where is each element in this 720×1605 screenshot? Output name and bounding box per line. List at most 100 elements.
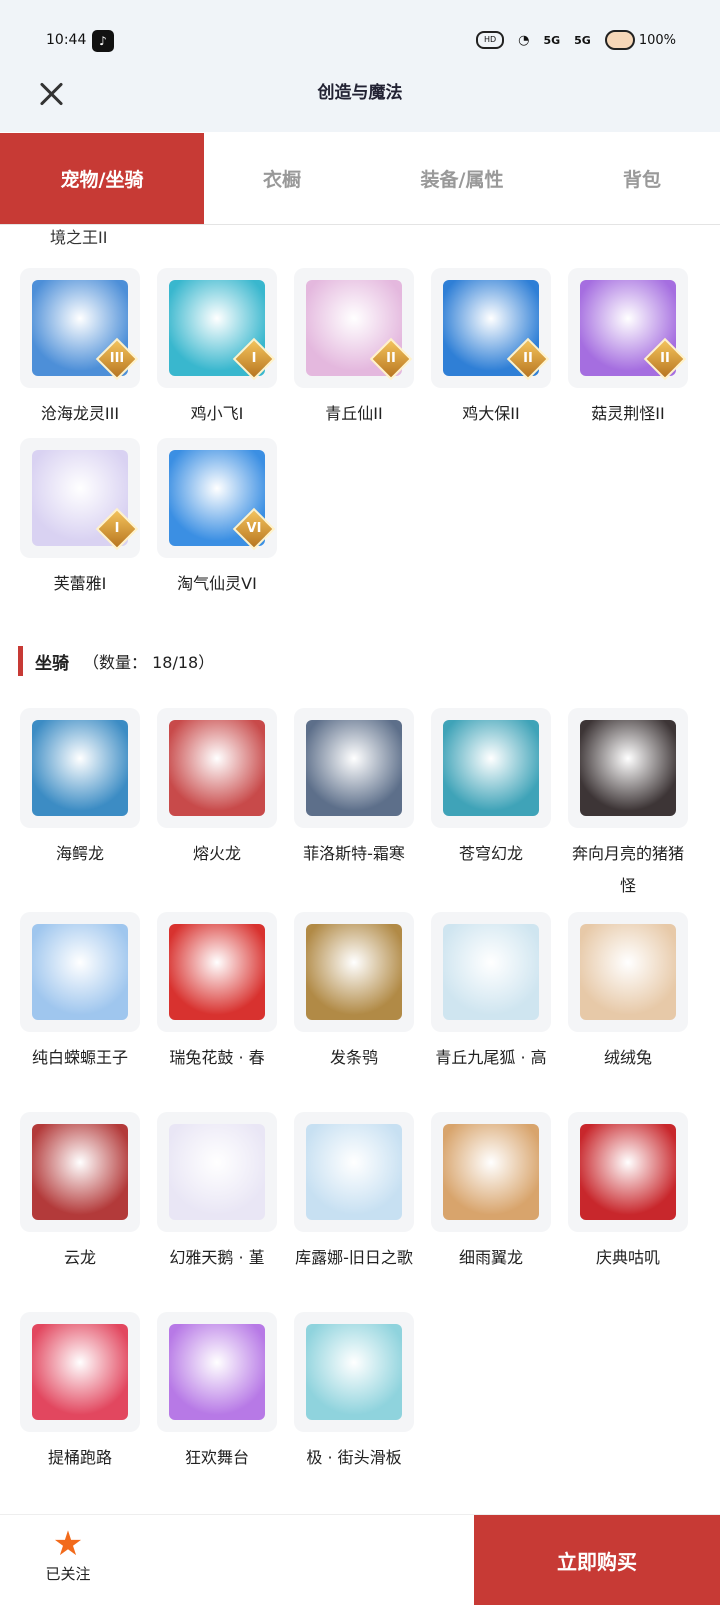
pet-name: 鸡大保II <box>462 404 520 423</box>
mount-artwork <box>306 924 402 1020</box>
pet-name: 沧海龙灵III <box>40 404 120 423</box>
status-time: 10:44 <box>46 32 87 48</box>
mount-name: 极 · 街头滑板 <box>306 1448 402 1467</box>
mount-name: 瑞兔花鼓 · 春 <box>169 1048 265 1067</box>
app-bar: 创造与魔法 <box>0 72 720 132</box>
pet-thumbnail: II <box>431 268 551 388</box>
follow-button[interactable]: ★ 已关注 <box>38 1525 98 1584</box>
mount-name: 库露娜-旧日之歌 <box>295 1248 413 1267</box>
battery-indicator: 100% <box>604 30 676 50</box>
status-bar: 10:44 ♪ HD ◔ 5G 5G 100% <box>0 0 720 72</box>
mount-thumbnail <box>294 1112 414 1232</box>
mount-thumbnail <box>157 1312 277 1432</box>
pet-name: 淘气仙灵VI <box>177 574 257 593</box>
mount-item[interactable]: 海鳄龙 <box>20 708 140 870</box>
page-title: 创造与魔法 <box>317 83 403 103</box>
mount-artwork <box>443 720 539 816</box>
buy-now-button[interactable]: 立即购买 <box>474 1515 720 1605</box>
mount-thumbnail <box>294 1312 414 1432</box>
pet-item[interactable]: II 鸡大保II <box>431 268 551 430</box>
mount-artwork <box>580 1124 676 1220</box>
tab-pets-mounts[interactable]: 宠物/坐骑 <box>0 133 204 224</box>
mount-name: 发条鸮 <box>329 1048 378 1067</box>
pet-item[interactable]: VI 淘气仙灵VI <box>157 438 277 600</box>
section-count: （数量： 18/18） <box>83 653 215 672</box>
mount-item[interactable]: 苍穹幻龙 <box>431 708 551 870</box>
pet-item[interactable]: II 青丘仙II <box>294 268 414 430</box>
mount-thumbnail <box>20 1312 140 1432</box>
mount-name: 细雨翼龙 <box>458 1248 523 1267</box>
status-icons: HD ◔ 5G 5G 100% <box>476 30 676 50</box>
mount-section-header: 坐骑 （数量： 18/18） <box>18 646 214 676</box>
mount-item[interactable]: 菲洛斯特-霜寒 <box>294 708 414 870</box>
battery-level: 100% <box>638 32 676 48</box>
pet-name: 青丘仙II <box>325 404 383 423</box>
mount-name: 幻雅天鹅 · 堇 <box>169 1248 265 1267</box>
signal-icon-1: 5G <box>543 33 561 47</box>
mount-item[interactable]: 庆典咕叽 <box>568 1112 688 1274</box>
mount-thumbnail <box>568 708 688 828</box>
pet-thumbnail: I <box>20 438 140 558</box>
mount-item[interactable]: 奔向月亮的猪猪怪 <box>568 708 688 902</box>
mount-name: 青丘九尾狐 · 高 <box>435 1048 547 1067</box>
mount-item[interactable]: 提桶跑路 <box>20 1312 140 1474</box>
hd-icon: HD <box>476 31 505 49</box>
battery-icon <box>604 30 635 50</box>
mount-name: 云龙 <box>63 1248 96 1267</box>
pet-thumbnail: I <box>157 268 277 388</box>
mount-item[interactable]: 瑞兔花鼓 · 春 <box>157 912 277 1074</box>
mount-thumbnail <box>294 912 414 1032</box>
mount-item[interactable]: 青丘九尾狐 · 高 <box>431 912 551 1074</box>
mount-artwork <box>169 924 265 1020</box>
pet-item[interactable]: III 沧海龙灵III <box>20 268 140 430</box>
star-icon: ★ <box>52 1524 84 1564</box>
mount-name: 纯白蝾螈王子 <box>31 1048 128 1067</box>
wifi-icon: ◔ <box>518 32 530 48</box>
mount-name: 绒绒兔 <box>603 1048 652 1067</box>
mount-artwork <box>306 1324 402 1420</box>
mount-thumbnail <box>431 912 551 1032</box>
mount-thumbnail <box>294 708 414 828</box>
mount-artwork <box>306 720 402 816</box>
mount-thumbnail <box>20 1112 140 1232</box>
mount-thumbnail <box>20 912 140 1032</box>
pet-item[interactable]: I 鸡小飞I <box>157 268 277 430</box>
mount-item[interactable]: 幻雅天鹅 · 堇 <box>157 1112 277 1274</box>
tab-backpack[interactable]: 背包 <box>564 133 720 224</box>
mount-artwork <box>580 720 676 816</box>
mount-item[interactable]: 狂欢舞台 <box>157 1312 277 1474</box>
mount-thumbnail <box>157 912 277 1032</box>
pet-name: 鸡小飞I <box>190 404 244 423</box>
mount-item[interactable]: 云龙 <box>20 1112 140 1274</box>
mount-name: 奔向月亮的猪猪怪 <box>571 844 684 895</box>
section-accent-bar <box>18 646 23 676</box>
mount-item[interactable]: 发条鸮 <box>294 912 414 1074</box>
mount-artwork <box>580 924 676 1020</box>
mount-thumbnail <box>20 708 140 828</box>
mount-item[interactable]: 库露娜-旧日之歌 <box>294 1112 414 1274</box>
mount-artwork <box>32 924 128 1020</box>
content-scroll[interactable]: 境之王II III 沧海龙灵III I 鸡小飞I II 青丘仙II II 鸡大保II II 菇灵荆… <box>0 226 720 1514</box>
pet-item[interactable]: I 芙蕾雅I <box>20 438 140 600</box>
mount-name: 庆典咕叽 <box>595 1248 660 1267</box>
tab-wardrobe[interactable]: 衣橱 <box>204 133 360 224</box>
mount-artwork <box>32 720 128 816</box>
section-title: 坐骑 <box>35 653 69 674</box>
mount-item[interactable]: 纯白蝾螈王子 <box>20 912 140 1074</box>
mount-thumbnail <box>431 708 551 828</box>
mount-thumbnail <box>568 1112 688 1232</box>
mount-item[interactable]: 熔火龙 <box>157 708 277 870</box>
tab-equipment[interactable]: 装备/属性 <box>360 133 564 224</box>
mount-item[interactable]: 细雨翼龙 <box>431 1112 551 1274</box>
follow-label: 已关注 <box>45 1565 91 1583</box>
mount-artwork <box>169 1124 265 1220</box>
mount-item[interactable]: 绒绒兔 <box>568 912 688 1074</box>
signal-icon-2: 5G <box>574 33 591 47</box>
mount-artwork <box>32 1124 128 1220</box>
mount-artwork <box>32 1324 128 1420</box>
mount-item[interactable]: 极 · 街头滑板 <box>294 1312 414 1474</box>
pet-thumbnail: II <box>294 268 414 388</box>
pet-item[interactable]: II 菇灵荆怪II <box>568 268 688 430</box>
tab-bar: 宠物/坐骑 衣橱 装备/属性 背包 <box>0 133 720 225</box>
pet-name: 菇灵荆怪II <box>591 404 665 423</box>
